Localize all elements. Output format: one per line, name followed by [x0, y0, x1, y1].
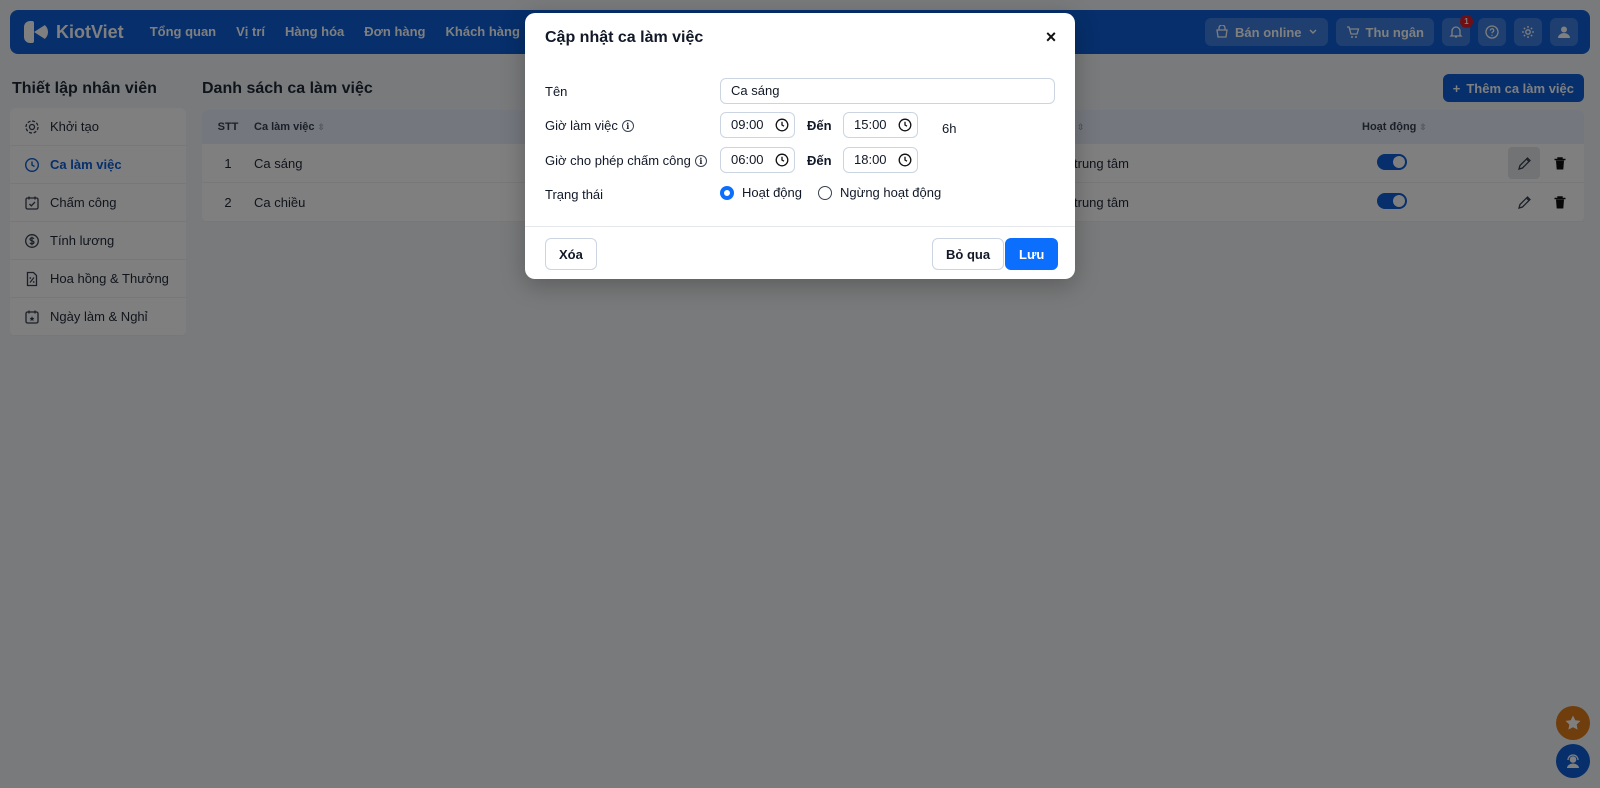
- status-active-radio[interactable]: Hoạt động: [720, 185, 802, 200]
- skip-button[interactable]: Bỏ qua: [932, 238, 1005, 270]
- to-label: Đến: [807, 118, 832, 133]
- work-end-time-input[interactable]: 15:00: [843, 112, 918, 138]
- radio-selected-icon[interactable]: [720, 185, 734, 200]
- clock-icon[interactable]: [898, 118, 912, 132]
- name-label: Tên: [545, 84, 567, 99]
- work-start-time-input[interactable]: 09:00: [720, 112, 795, 138]
- status-inactive-label: Ngừng hoạt động: [840, 185, 942, 200]
- close-button[interactable]: ×: [1041, 27, 1061, 47]
- clock-icon[interactable]: [775, 153, 789, 167]
- status-inactive-radio[interactable]: Ngừng hoạt động: [818, 185, 941, 200]
- status-active-label: Hoạt động: [742, 185, 802, 200]
- shift-duration: 6h: [942, 121, 957, 136]
- dialog-title: Cập nhật ca làm việc: [545, 29, 704, 46]
- checkin-hours-label-text: Giờ cho phép chấm công: [545, 153, 691, 168]
- work-start-value: 09:00: [731, 117, 764, 132]
- status-label: Trạng thái: [545, 187, 603, 202]
- checkin-start-time-input[interactable]: 06:00: [720, 147, 795, 173]
- checkin-hours-label: Giờ cho phép chấm công i: [545, 153, 707, 168]
- info-icon[interactable]: i: [694, 154, 707, 167]
- work-end-value: 15:00: [854, 117, 887, 132]
- close-icon: ×: [1045, 26, 1057, 47]
- radio-unselected-icon[interactable]: [818, 185, 832, 200]
- checkin-end-value: 18:00: [854, 152, 887, 167]
- delete-button[interactable]: Xóa: [545, 238, 597, 270]
- checkin-start-value: 06:00: [731, 152, 764, 167]
- shift-name-input[interactable]: Ca sáng: [720, 78, 1055, 104]
- status-label-text: Trạng thái: [545, 187, 604, 202]
- work-hours-label-text: Giờ làm việc: [545, 118, 618, 133]
- save-button[interactable]: Lưu: [1005, 238, 1059, 270]
- info-icon[interactable]: i: [621, 119, 634, 132]
- dialog-divider: [525, 226, 1075, 227]
- update-shift-dialog: Cập nhật ca làm việc × Tên Ca sáng Giờ l…: [525, 13, 1075, 279]
- clock-icon[interactable]: [898, 153, 912, 167]
- checkin-end-time-input[interactable]: 18:00: [843, 147, 918, 173]
- name-label-text: Tên: [545, 84, 568, 99]
- to-label: Đến: [807, 153, 832, 168]
- clock-icon[interactable]: [775, 118, 789, 132]
- work-hours-label: Giờ làm việc i: [545, 118, 634, 133]
